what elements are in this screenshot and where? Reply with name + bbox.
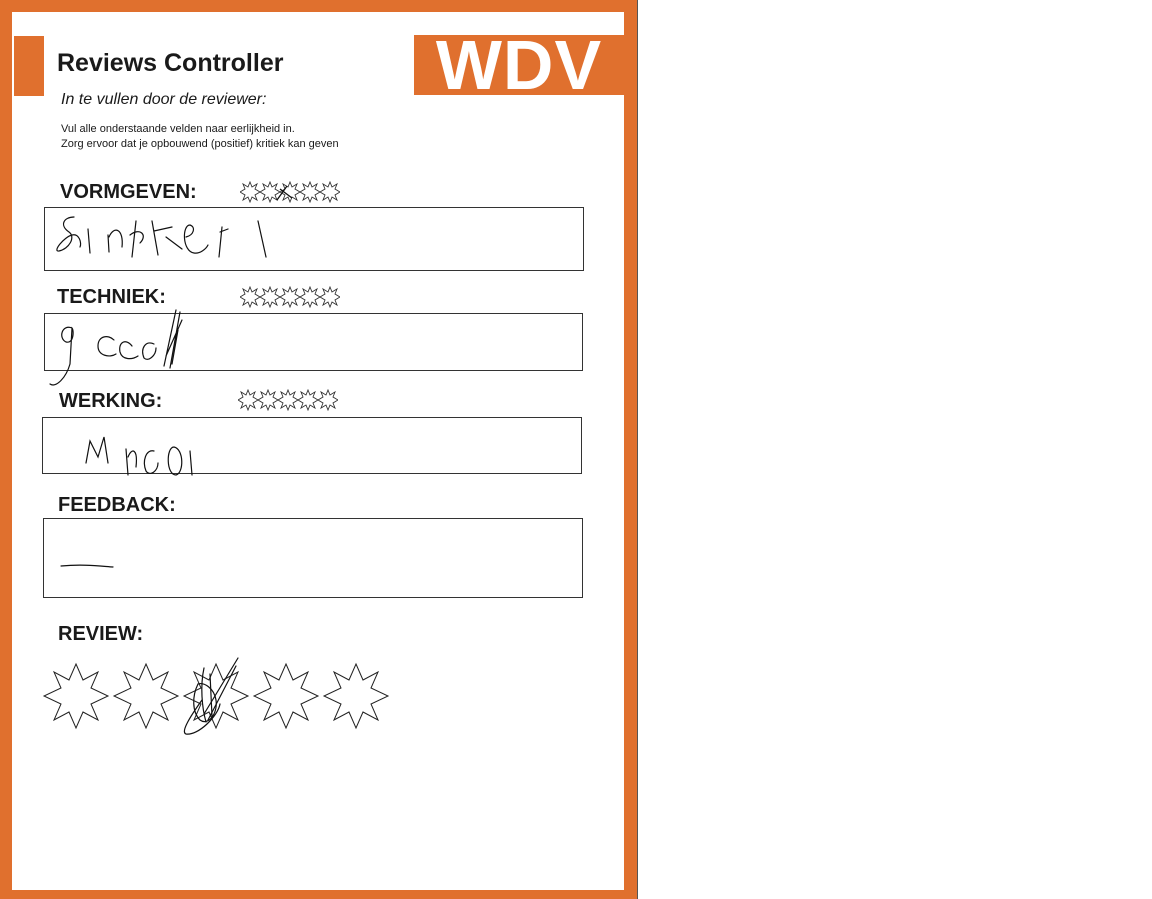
logo-text: WDV: [435, 35, 603, 95]
werking-star-rating[interactable]: [238, 389, 338, 411]
star-icon: [112, 662, 180, 730]
star-icon: [240, 181, 261, 203]
instruction-line-1: Vul alle onderstaande velden naar eerlij…: [61, 123, 295, 135]
star-icon: [317, 389, 338, 411]
star-icon: [322, 662, 390, 730]
star-icon: [42, 662, 110, 730]
star-icon: [277, 389, 299, 411]
star-icon: [252, 662, 320, 730]
review-star-rating[interactable]: [42, 656, 392, 740]
vormgeven-star-rating[interactable]: [240, 181, 340, 203]
vormgeven-label: VORMGEVEN:: [60, 181, 197, 203]
feedback-label: FEEDBACK:: [58, 494, 176, 516]
techniek-star-rating[interactable]: [240, 286, 340, 308]
star-icon: [240, 286, 261, 308]
star-icon: [299, 181, 321, 203]
header-accent-tab: [14, 36, 44, 96]
star-icon: [238, 389, 259, 411]
wdv-logo: WDV: [414, 35, 624, 95]
page-subtitle: In te vullen door de reviewer:: [61, 91, 267, 108]
star-icon: [319, 181, 340, 203]
handwritten-review-mark: [183, 657, 239, 735]
werking-label: WERKING:: [59, 390, 163, 412]
star-icon: [299, 286, 321, 308]
feedback-handwriting: [60, 564, 114, 568]
techniek-handwriting: [49, 309, 183, 386]
star-icon: [259, 286, 281, 308]
star-icon: [279, 286, 301, 308]
instruction-line-2: Zorg ervoor dat je opbouwend (positief) …: [61, 138, 339, 150]
page-title: Reviews Controller: [57, 49, 284, 77]
werking-handwriting: [85, 436, 193, 476]
review-label: REVIEW:: [58, 623, 144, 645]
star-icon: [257, 389, 279, 411]
star-icon: [319, 286, 340, 308]
vormgeven-handwriting: [56, 216, 267, 258]
star-icon: [297, 389, 319, 411]
